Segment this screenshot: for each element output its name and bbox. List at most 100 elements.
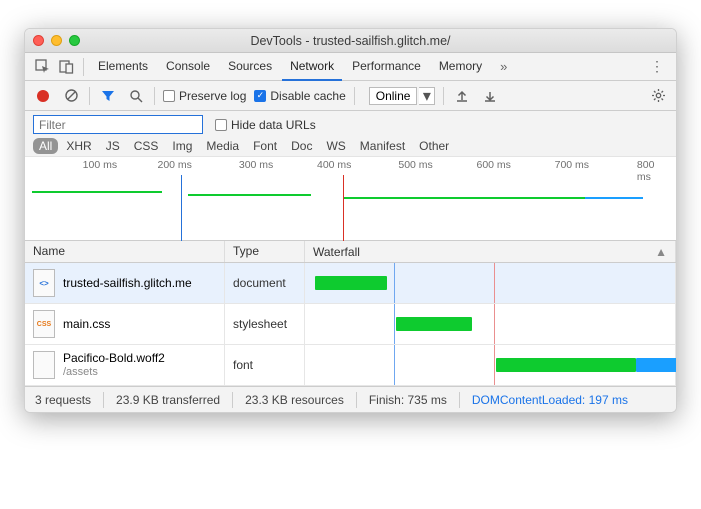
filter-input[interactable] (33, 115, 203, 134)
preserve-log-label: Preserve log (179, 89, 246, 103)
status-transferred: 23.9 KB transferred (116, 393, 220, 407)
filter-type-js[interactable]: JS (100, 138, 126, 154)
sort-asc-icon: ▲ (655, 245, 667, 259)
tick-label: 400 ms (317, 159, 351, 171)
window-title: DevTools - trusted-sailfish.glitch.me/ (25, 34, 676, 48)
load-line (494, 345, 495, 385)
network-settings-icon[interactable] (648, 86, 668, 106)
filter-bar: Hide data URLs All XHR JS CSS Img Media … (25, 111, 676, 157)
filter-type-css[interactable]: CSS (128, 138, 165, 154)
separator (154, 87, 155, 105)
filter-type-other[interactable]: Other (413, 138, 455, 154)
overview-bar (188, 194, 312, 196)
filter-type-ws[interactable]: WS (320, 138, 351, 154)
separator (443, 87, 444, 105)
cell-name: CSS main.css (25, 304, 225, 344)
request-row[interactable]: CSS main.css stylesheet (25, 304, 676, 345)
filter-toggle-icon[interactable] (98, 86, 118, 106)
checkbox-checked-icon (254, 90, 266, 102)
overview-bar (32, 191, 162, 193)
request-name: main.css (63, 317, 110, 332)
checkbox-unchecked-icon (163, 90, 175, 102)
status-domcontentloaded: DOMContentLoaded: 197 ms (472, 393, 628, 407)
filter-type-font[interactable]: Font (247, 138, 283, 154)
disable-cache-label: Disable cache (270, 89, 345, 103)
tab-network[interactable]: Network (282, 53, 342, 81)
document-file-icon: <> (33, 269, 55, 297)
devtools-window: DevTools - trusted-sailfish.glitch.me/ E… (24, 28, 677, 413)
tab-sources[interactable]: Sources (220, 53, 280, 81)
request-row[interactable]: Pacifico-Bold.woff2/assetsfont (25, 345, 676, 386)
tick-label: 500 ms (398, 159, 432, 171)
cell-name: <> trusted-sailfish.glitch.me (25, 263, 225, 303)
settings-menu-button[interactable]: ⋮ (644, 58, 670, 75)
separator (83, 58, 84, 76)
inspect-element-icon[interactable] (31, 56, 53, 78)
cell-type: font (225, 345, 305, 385)
waterfall-bar (396, 317, 472, 331)
device-toolbar-icon[interactable] (55, 56, 77, 78)
overview-bar (344, 197, 585, 199)
request-name: Pacifico-Bold.woff2 (63, 351, 165, 366)
separator (103, 392, 104, 408)
more-tabs-button[interactable]: » (494, 59, 513, 74)
download-har-icon[interactable] (480, 86, 500, 106)
column-waterfall-label: Waterfall (313, 245, 360, 259)
cell-type: stylesheet (225, 304, 305, 344)
request-row[interactable]: <> trusted-sailfish.glitch.me document (25, 263, 676, 304)
search-icon[interactable] (126, 86, 146, 106)
request-table: Name Type Waterfall ▲ <> trusted-sailfish… (25, 241, 676, 386)
font-file-icon (33, 351, 55, 379)
tick-label: 100 ms (83, 159, 117, 171)
hide-data-urls-checkbox[interactable]: Hide data URLs (215, 118, 316, 132)
status-resources: 23.3 KB resources (245, 393, 344, 407)
status-bar: 3 requests 23.9 KB transferred 23.3 KB r… (25, 386, 676, 412)
cell-type: document (225, 263, 305, 303)
disable-cache-checkbox[interactable]: Disable cache (254, 89, 345, 103)
separator (354, 87, 355, 105)
separator (459, 392, 460, 408)
load-line (494, 263, 495, 303)
upload-har-icon[interactable] (452, 86, 472, 106)
timeline-ruler: 100 ms 200 ms 300 ms 400 ms 500 ms 600 m… (25, 157, 676, 175)
column-waterfall[interactable]: Waterfall ▲ (305, 241, 676, 262)
clear-button[interactable] (61, 86, 81, 106)
waterfall-bar (496, 358, 636, 372)
panel-tabs: Elements Console Sources Network Perform… (25, 53, 676, 81)
checkbox-unchecked-icon (215, 119, 227, 131)
tab-memory[interactable]: Memory (431, 53, 490, 81)
filter-type-doc[interactable]: Doc (285, 138, 318, 154)
separator (356, 392, 357, 408)
tick-label: 700 ms (555, 159, 589, 171)
domcontentloaded-marker (181, 175, 182, 241)
cell-waterfall (305, 304, 676, 344)
column-type[interactable]: Type (225, 241, 305, 262)
tab-console[interactable]: Console (158, 53, 218, 81)
css-file-icon: CSS (33, 310, 55, 338)
status-requests: 3 requests (35, 393, 91, 407)
titlebar: DevTools - trusted-sailfish.glitch.me/ (25, 29, 676, 53)
cell-waterfall (305, 345, 676, 385)
network-toolbar: Preserve log Disable cache Online ▾ (25, 81, 676, 111)
filter-type-xhr[interactable]: XHR (60, 138, 97, 154)
tab-performance[interactable]: Performance (344, 53, 429, 81)
tick-label: 600 ms (477, 159, 511, 171)
chevron-down-icon: ▾ (419, 87, 435, 105)
filter-type-manifest[interactable]: Manifest (354, 138, 411, 154)
tick-label: 200 ms (158, 159, 192, 171)
request-name: trusted-sailfish.glitch.me (63, 276, 192, 291)
record-button[interactable] (33, 86, 53, 106)
filter-type-media[interactable]: Media (200, 138, 245, 154)
overview-graph (25, 175, 676, 241)
throttling-select[interactable]: Online ▾ (369, 87, 436, 105)
filter-type-all[interactable]: All (33, 138, 58, 154)
timeline-overview[interactable]: 100 ms 200 ms 300 ms 400 ms 500 ms 600 m… (25, 157, 676, 241)
status-finish: Finish: 735 ms (369, 393, 447, 407)
column-name[interactable]: Name (25, 241, 225, 262)
filter-type-img[interactable]: Img (166, 138, 198, 154)
preserve-log-checkbox[interactable]: Preserve log (163, 89, 246, 103)
table-header: Name Type Waterfall ▲ (25, 241, 676, 263)
waterfall-bar (636, 358, 677, 372)
tab-elements[interactable]: Elements (90, 53, 156, 81)
domcontentloaded-line (394, 263, 395, 303)
